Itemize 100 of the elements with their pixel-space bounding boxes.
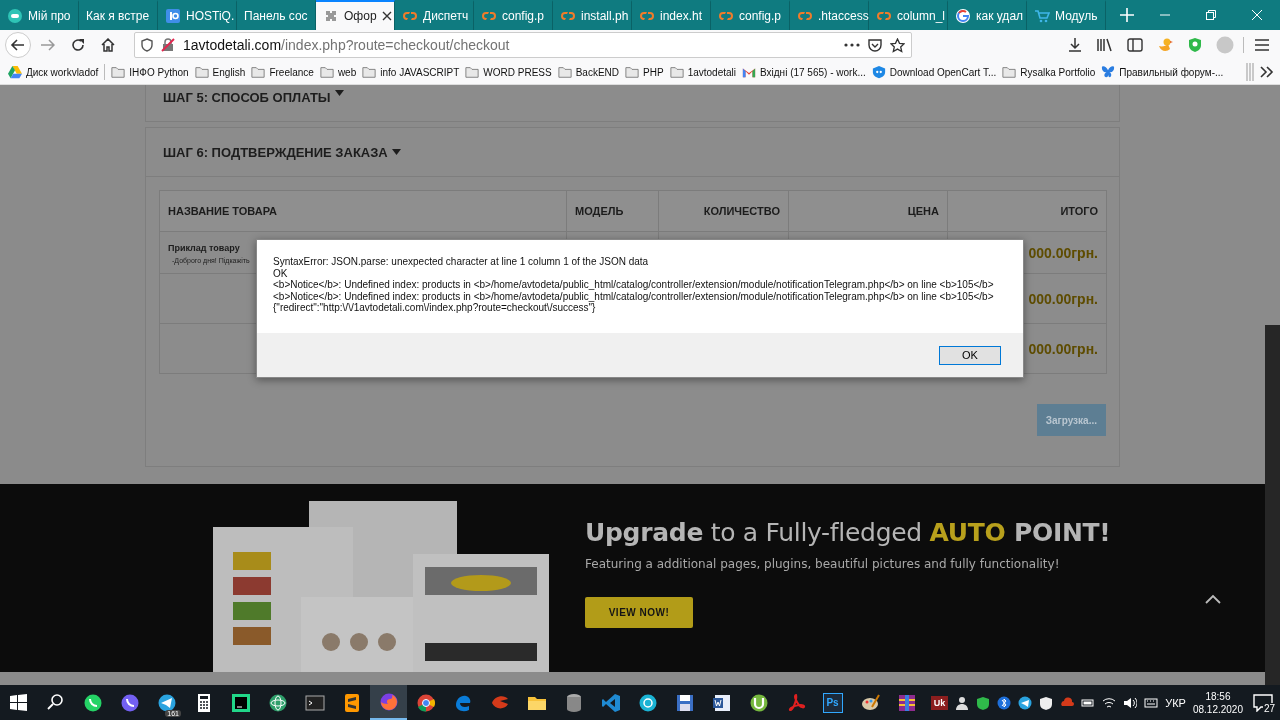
app-icon[interactable]	[156, 692, 177, 713]
view-now-button[interactable]: VIEW NOW!	[585, 597, 693, 628]
folder-icon	[111, 65, 126, 79]
app-icon[interactable]	[711, 692, 732, 713]
circle-icon	[7, 8, 23, 24]
square-icon	[165, 8, 181, 24]
more-icon[interactable]	[844, 43, 860, 47]
app-icon[interactable]	[119, 692, 140, 713]
shield-icon[interactable]	[1039, 695, 1054, 710]
shield-icon	[141, 38, 153, 52]
column-header: ИТОГО	[947, 190, 1107, 232]
bookmark[interactable]: web	[317, 65, 359, 79]
browser-icon[interactable]	[415, 692, 436, 713]
insecure-lock-icon	[161, 38, 175, 52]
bookmark[interactable]: Rysalka Portfolio	[1000, 65, 1098, 79]
shield-icon[interactable]	[976, 695, 991, 710]
bookmark[interactable]: PHP	[623, 65, 666, 79]
app-icon[interactable]	[748, 692, 769, 713]
dialog-message-line: {"redirect":"http:\/\/1avtodetali.com\/index.php?route=checkout\/success"}	[273, 302, 597, 314]
restore-icon[interactable]	[1206, 10, 1216, 20]
back-icon[interactable]	[5, 32, 31, 58]
bookmark[interactable]: English	[192, 65, 248, 79]
folder-icon	[557, 65, 572, 79]
column-header: ЦЕНА	[788, 190, 948, 232]
folder-icon	[625, 65, 640, 79]
google-icon	[955, 8, 971, 24]
person-icon[interactable]	[955, 695, 970, 710]
app-icon[interactable]	[267, 692, 288, 713]
scroll-up-icon[interactable]	[1205, 594, 1221, 604]
palette-icon[interactable]	[859, 692, 880, 713]
folder-icon	[319, 65, 334, 79]
chevrons-icon[interactable]	[1260, 66, 1274, 78]
dialog-message-line: SyntaxError: JSON.parse: unexpected character at line 1 column 1 of the JSON data	[273, 256, 650, 268]
close-icon[interactable]	[381, 11, 392, 21]
puzzle-icon	[323, 8, 339, 24]
bookmark[interactable]: WORD PRESS	[463, 65, 554, 79]
clock-date[interactable]: 08.12.2020	[1192, 702, 1243, 716]
bluetooth-icon[interactable]	[997, 695, 1012, 710]
bookmark[interactable]: Правильный форум-...	[1099, 65, 1226, 79]
column-header: МОДЕЛЬ	[566, 190, 659, 232]
bookmark[interactable]: Вхідні (17 565) - work...	[740, 65, 868, 79]
bookmark[interactable]: info JAVASCRIPT	[360, 65, 462, 79]
bookmark[interactable]: 1avtodetali	[667, 65, 738, 79]
notification-count: 27	[1262, 702, 1276, 714]
clock-time[interactable]: 18:56	[1205, 689, 1231, 703]
volume-icon[interactable]	[1123, 695, 1138, 710]
column-header: НАЗВАНИЕ ТОВАРА	[159, 190, 567, 232]
pocket-icon[interactable]	[868, 38, 882, 52]
butterfly-icon	[1101, 65, 1116, 79]
bookmark[interactable]: ІНФО Python	[109, 65, 191, 79]
telegram-icon[interactable]	[1018, 695, 1033, 710]
app-icon[interactable]	[230, 692, 251, 713]
step-title[interactable]: ШАГ 5: СПОСОБ ОПЛАТЫ	[163, 90, 331, 105]
tray-app-icon[interactable]: Uk	[930, 695, 949, 710]
shield-icon	[871, 65, 886, 79]
address-field[interactable]: 1avtodetali.com/index.php?route=checkout/checkout	[134, 32, 912, 58]
bookmark[interactable]: BackEND	[555, 65, 622, 79]
caret-icon	[391, 149, 401, 155]
start-icon[interactable]	[8, 692, 29, 713]
library-icon[interactable]	[1097, 38, 1113, 52]
wifi-icon[interactable]	[1102, 695, 1117, 710]
banner-headline: Upgrade to a Fully-fledged AUTO POINT!	[585, 518, 1111, 547]
sidebar-icon[interactable]	[1127, 38, 1143, 52]
menu-icon[interactable]	[1254, 38, 1270, 52]
column-header: КОЛИЧЕСТВО	[658, 190, 789, 232]
folder-icon	[465, 65, 480, 79]
scrollbar-thumb[interactable]	[1265, 325, 1280, 685]
drive-icon	[8, 65, 22, 79]
banner-subtitle: Featuring a additional pages, plugins, beautiful pictures and fully functionality!	[585, 557, 1061, 571]
plus-icon[interactable]	[1120, 8, 1134, 22]
folder-icon	[251, 65, 266, 79]
folder-icon	[1002, 65, 1017, 79]
globe-icon[interactable]	[637, 692, 658, 713]
folder-icon	[362, 65, 377, 79]
dialog-message-line: OK	[273, 267, 289, 279]
terminal-icon[interactable]	[304, 692, 325, 713]
bookmark[interactable]: Диск workvladof	[6, 65, 101, 79]
app-icon[interactable]: Ps	[822, 692, 843, 713]
bookmark[interactable]: Download OpenCart T...	[869, 65, 999, 79]
caret-icon	[334, 90, 344, 96]
forward-icon[interactable]	[41, 39, 55, 51]
ok-button[interactable]: OK	[939, 345, 1001, 365]
app-icon[interactable]	[82, 692, 103, 713]
star-icon[interactable]	[890, 37, 905, 53]
keyboard-icon[interactable]	[1144, 695, 1159, 710]
browser-tab[interactable]: Офор	[316, 0, 395, 30]
download-icon[interactable]	[1068, 38, 1082, 52]
overflow-divider-icon	[1246, 63, 1254, 81]
notification-icon[interactable]	[1253, 693, 1273, 712]
archive-icon[interactable]	[896, 692, 917, 713]
url-text: 1avtodetali.com/index.php?route=checkout/checkout	[183, 37, 511, 53]
home-icon[interactable]	[101, 38, 115, 52]
bookmark[interactable]: Freelance	[249, 65, 316, 79]
reload-icon[interactable]	[71, 38, 85, 52]
language-indicator[interactable]: УКР	[1165, 696, 1186, 709]
product-name[interactable]: Приклад товару	[168, 242, 240, 253]
folder-icon	[194, 65, 209, 79]
step-title[interactable]: ШАГ 6: ПОДТВЕРЖДЕНИЕ ЗАКАЗА	[163, 144, 388, 160]
folder-icon	[669, 65, 684, 79]
cart-icon	[1034, 8, 1050, 24]
